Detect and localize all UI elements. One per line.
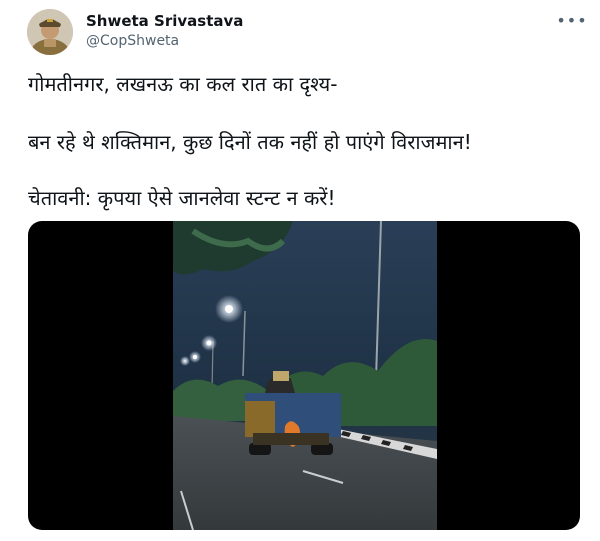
tweet-text-line: बन रहे थे शक्तिमान, कुछ दिनों तक नहीं हो…	[28, 130, 472, 154]
avatar-image	[27, 9, 73, 55]
tweet-card: Shweta Srivastava @CopShweta ••• गोमतीनग…	[0, 0, 600, 541]
author-name[interactable]: Shweta Srivastava	[86, 12, 243, 30]
avatar[interactable]	[27, 9, 73, 55]
author-handle[interactable]: @CopShweta	[86, 33, 179, 49]
video-player[interactable]	[28, 221, 580, 530]
more-horizontal-icon[interactable]: •••	[556, 10, 586, 30]
video-frame	[173, 221, 437, 530]
tweet-text-line: चेतावनी: कृपया ऐसे जानलेवा स्टन्ट न करें…	[28, 186, 336, 210]
tweet-text-line: गोमतीनगर, लखनऊ का कल रात का दृश्य-	[28, 72, 338, 96]
